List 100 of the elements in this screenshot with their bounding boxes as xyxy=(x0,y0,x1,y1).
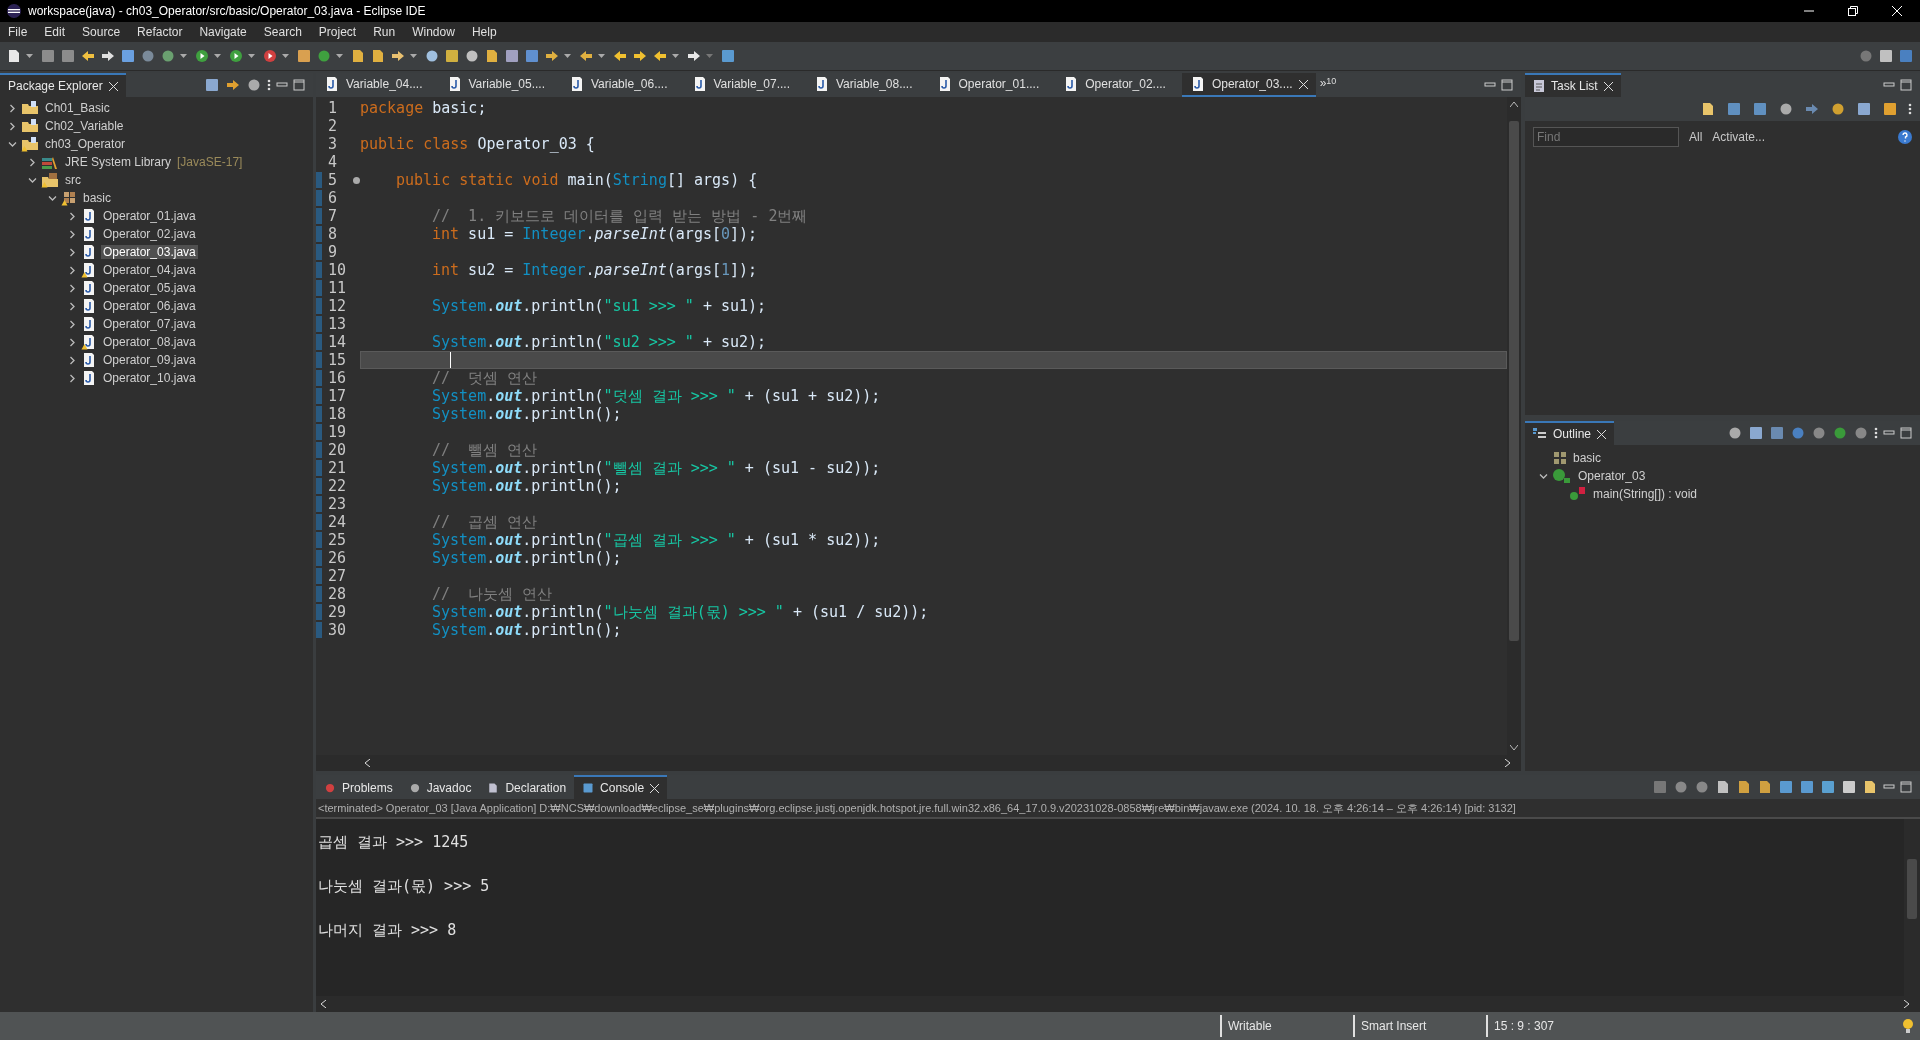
tree-item[interactable]: Operator_03.java xyxy=(101,245,198,259)
scrollbar-thumb[interactable] xyxy=(1907,859,1917,919)
run-config-icon[interactable] xyxy=(228,48,244,64)
menu-item[interactable]: Project xyxy=(314,25,370,39)
maximize-icon[interactable] xyxy=(1501,79,1513,91)
left-arrow-icon[interactable] xyxy=(612,48,628,64)
caret-icon[interactable] xyxy=(672,54,679,58)
fold-icon[interactable] xyxy=(353,176,360,184)
run-icon[interactable] xyxy=(194,48,210,64)
task-list-tab[interactable]: Task List xyxy=(1525,73,1621,97)
close-icon[interactable] xyxy=(1298,79,1308,89)
menu-item[interactable]: Navigate xyxy=(195,25,260,39)
minimize-icon[interactable] xyxy=(1883,782,1895,792)
find-field[interactable]: Find xyxy=(1533,127,1679,147)
tree-item[interactable]: Operator_01.java xyxy=(101,209,198,223)
maximize-icon[interactable] xyxy=(1900,781,1912,793)
caret-icon[interactable] xyxy=(248,54,255,58)
panel-tab[interactable]: Declaration xyxy=(479,775,575,799)
outline-item[interactable]: main(String[]) : void xyxy=(1591,487,1700,501)
menu-item[interactable]: File xyxy=(4,25,41,39)
editor-tab[interactable]: Variable_08.... xyxy=(806,73,929,97)
tree-item[interactable]: Operator_10.java xyxy=(101,371,198,385)
new-file-icon[interactable] xyxy=(6,48,22,64)
chevron-down-icon[interactable] xyxy=(8,139,17,149)
declaration-icon[interactable] xyxy=(487,782,500,794)
editor-tab[interactable]: Variable_04.... xyxy=(316,73,439,97)
chevron-down-icon[interactable] xyxy=(1539,471,1548,481)
editor-tab[interactable]: Operator_02.... xyxy=(1055,73,1182,97)
caret-icon[interactable] xyxy=(180,54,187,58)
right-arrow-icon[interactable] xyxy=(686,48,702,64)
scroll-right-icon[interactable] xyxy=(1505,759,1511,767)
caret-icon[interactable] xyxy=(214,54,221,58)
editor-tab[interactable]: Variable_05.... xyxy=(438,73,561,97)
tree-item[interactable]: JRE System Library xyxy=(63,155,174,169)
editor-tab[interactable]: Operator_03.... xyxy=(1181,73,1316,97)
task-filter-link[interactable]: Activate... xyxy=(1712,130,1766,144)
lightbulb-icon[interactable] xyxy=(1902,1018,1914,1034)
maximize-icon[interactable] xyxy=(293,79,305,91)
tree-item[interactable]: Operator_06.java xyxy=(101,299,198,313)
caret-icon[interactable] xyxy=(336,54,343,58)
menu-item[interactable]: Source xyxy=(78,25,134,39)
close-icon[interactable] xyxy=(1597,429,1607,439)
tree-item[interactable]: Operator_02.java xyxy=(101,227,198,241)
tree-item[interactable]: src xyxy=(63,173,83,187)
maximize-icon[interactable] xyxy=(1900,427,1912,439)
scrollbar-thumb[interactable] xyxy=(1509,121,1519,641)
menu-item[interactable]: Run xyxy=(369,25,409,39)
panel-tab[interactable]: Javadoc xyxy=(400,775,480,799)
scroll-right-icon[interactable] xyxy=(1904,1000,1910,1008)
right-arrow-icon[interactable] xyxy=(632,48,648,64)
minimize-icon[interactable] xyxy=(1484,80,1496,90)
caret-icon[interactable] xyxy=(26,54,33,58)
left-arrow-icon[interactable] xyxy=(652,48,668,64)
redo-arrow-icon[interactable] xyxy=(100,48,116,64)
document-icon[interactable] xyxy=(484,48,500,64)
outline-item[interactable]: basic xyxy=(1571,451,1603,465)
scroll-up-icon[interactable] xyxy=(1510,101,1518,107)
menu-item[interactable]: Edit xyxy=(40,25,79,39)
editor-tab[interactable]: Operator_01.... xyxy=(928,73,1056,97)
close-icon[interactable] xyxy=(650,783,660,793)
caret-icon[interactable] xyxy=(598,54,605,58)
minimize-icon[interactable] xyxy=(1883,428,1895,438)
outline-tab[interactable]: Outline xyxy=(1525,421,1615,445)
menu-item[interactable]: Help xyxy=(467,25,510,39)
menu-item[interactable]: Refactor xyxy=(133,25,196,39)
chevron-down-icon[interactable] xyxy=(48,193,57,203)
editor-tab[interactable]: Variable_06.... xyxy=(561,73,684,97)
tree-item[interactable]: basic xyxy=(81,191,113,205)
tree-item[interactable]: Operator_05.java xyxy=(101,281,198,295)
outline-item[interactable]: Operator_03 xyxy=(1576,469,1648,483)
restore-icon[interactable] xyxy=(1848,6,1858,16)
tree-item[interactable]: Operator_09.java xyxy=(101,353,198,367)
view-menu-icon[interactable] xyxy=(1908,103,1912,115)
tree-item[interactable]: Ch01_Basic xyxy=(43,101,112,115)
close-icon[interactable] xyxy=(108,81,118,91)
view-menu-icon[interactable] xyxy=(267,79,271,91)
task-filter-link[interactable]: All xyxy=(1689,130,1703,144)
maximize-icon[interactable] xyxy=(1900,79,1912,91)
chevron-down-icon[interactable] xyxy=(28,175,37,185)
caret-icon[interactable] xyxy=(564,54,571,58)
scroll-left-icon[interactable] xyxy=(364,759,370,767)
help-icon[interactable] xyxy=(1898,130,1912,144)
minimize-icon[interactable] xyxy=(276,80,288,90)
package-explorer-tab[interactable]: Package Explorer xyxy=(0,73,126,97)
close-icon[interactable] xyxy=(1603,81,1613,91)
menu-item[interactable]: Window xyxy=(408,25,468,39)
caret-icon[interactable] xyxy=(410,54,417,58)
new-console-icon[interactable] xyxy=(1862,779,1878,795)
tree-item[interactable]: Operator_07.java xyxy=(101,317,198,331)
panel-tab[interactable]: Problems xyxy=(316,775,401,799)
minimize-icon[interactable] xyxy=(1883,80,1895,90)
public-dot-icon[interactable] xyxy=(1832,425,1848,441)
undo-arrow-icon[interactable] xyxy=(80,48,96,64)
editor-tab[interactable]: Variable_07.... xyxy=(683,73,806,97)
panel-tab[interactable]: Console xyxy=(574,775,668,799)
new-task-icon[interactable] xyxy=(1700,101,1716,117)
caret-icon[interactable] xyxy=(282,54,289,58)
chevron-right-icon[interactable] xyxy=(28,157,37,167)
tree-item[interactable]: ch03_Operator xyxy=(43,137,128,151)
scroll-left-icon[interactable] xyxy=(320,1000,326,1008)
